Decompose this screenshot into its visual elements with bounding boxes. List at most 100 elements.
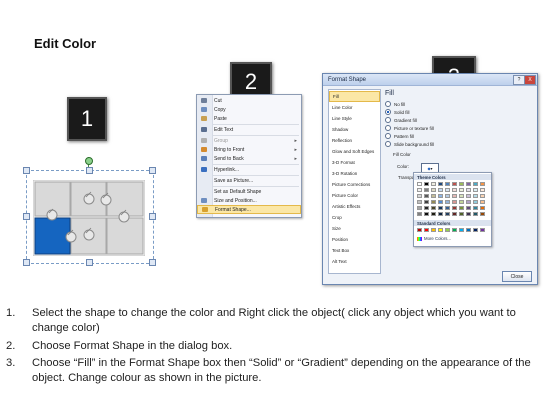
color-swatch[interactable] — [473, 194, 478, 198]
color-swatch[interactable] — [445, 200, 450, 204]
menu-item-paste[interactable]: Paste — [197, 114, 301, 123]
color-swatch[interactable] — [417, 200, 422, 204]
color-swatch[interactable] — [452, 200, 457, 204]
color-swatch[interactable] — [459, 188, 464, 192]
color-swatch[interactable] — [431, 188, 436, 192]
color-swatch[interactable] — [466, 200, 471, 204]
menu-item-group[interactable]: Group ▸ — [197, 136, 301, 145]
category-line-color[interactable]: Line Color — [329, 102, 380, 113]
color-swatch[interactable] — [452, 212, 457, 216]
color-swatch[interactable] — [431, 182, 436, 186]
color-swatch[interactable] — [459, 228, 464, 232]
category-picture-color[interactable]: Picture Color — [329, 190, 380, 201]
color-swatch[interactable] — [417, 206, 422, 210]
color-swatch[interactable] — [466, 188, 471, 192]
more-colors-link[interactable]: More Colors... — [417, 236, 451, 241]
menu-item-copy[interactable]: Copy — [197, 105, 301, 114]
category-artistic-effects[interactable]: Artistic Effects — [329, 201, 380, 212]
radio-no-fill[interactable]: No fill — [385, 101, 405, 107]
color-swatch[interactable] — [480, 200, 485, 204]
color-swatch[interactable] — [431, 194, 436, 198]
color-swatch[interactable] — [466, 206, 471, 210]
category-position[interactable]: Position — [329, 234, 380, 245]
menu-item-bring-to-front[interactable]: Bring to Front ▸ — [197, 145, 301, 154]
radio-button[interactable] — [385, 117, 391, 123]
radio-button[interactable] — [385, 133, 391, 139]
color-swatch[interactable] — [452, 228, 457, 232]
category-text-box[interactable]: Text Box — [329, 245, 380, 256]
menu-item-size-and-position[interactable]: Size and Position... — [197, 196, 301, 205]
color-swatch[interactable] — [424, 194, 429, 198]
color-swatch[interactable] — [417, 194, 422, 198]
color-swatch[interactable] — [466, 194, 471, 198]
category-fill[interactable]: Fill — [329, 91, 380, 102]
category-3d-rotation[interactable]: 3-D Rotation — [329, 168, 380, 179]
category-crop[interactable]: Crop — [329, 212, 380, 223]
close-icon[interactable]: X — [524, 75, 536, 85]
radio-gradient-fill[interactable]: Gradient fill — [385, 117, 417, 123]
category-glow[interactable]: Glow and Soft Edges — [329, 146, 380, 157]
color-swatch[interactable] — [438, 182, 443, 186]
color-swatch[interactable] — [438, 188, 443, 192]
resize-handle[interactable] — [149, 167, 156, 174]
menu-item-cut[interactable]: Cut — [197, 96, 301, 105]
color-swatch[interactable] — [452, 194, 457, 198]
color-swatch[interactable] — [424, 228, 429, 232]
category-line-style[interactable]: Line Style — [329, 113, 380, 124]
resize-handle[interactable] — [86, 167, 93, 174]
color-swatch[interactable] — [473, 228, 478, 232]
color-swatch[interactable] — [452, 188, 457, 192]
color-swatch[interactable] — [431, 200, 436, 204]
radio-solid-fill[interactable]: Solid fill — [385, 109, 410, 115]
category-alt-text[interactable]: Alt Text — [329, 256, 380, 267]
resize-handle[interactable] — [23, 259, 30, 266]
color-swatch[interactable] — [431, 212, 436, 216]
color-swatch[interactable] — [445, 212, 450, 216]
resize-handle[interactable] — [23, 167, 30, 174]
radio-button[interactable] — [385, 125, 391, 131]
color-swatch[interactable] — [438, 206, 443, 210]
resize-handle[interactable] — [149, 213, 156, 220]
color-swatch[interactable] — [480, 212, 485, 216]
color-swatch[interactable] — [466, 228, 471, 232]
color-swatch[interactable] — [473, 206, 478, 210]
color-swatch[interactable] — [417, 182, 422, 186]
color-swatch[interactable] — [424, 212, 429, 216]
color-swatch[interactable] — [480, 228, 485, 232]
color-swatch[interactable] — [459, 182, 464, 186]
color-swatch[interactable] — [445, 182, 450, 186]
color-swatch[interactable] — [473, 182, 478, 186]
resize-handle[interactable] — [23, 213, 30, 220]
radio-button[interactable] — [385, 101, 391, 107]
color-swatch[interactable] — [445, 206, 450, 210]
menu-item-send-to-back[interactable]: Send to Back ▸ — [197, 154, 301, 163]
resize-handle[interactable] — [149, 259, 156, 266]
color-swatch[interactable] — [459, 212, 464, 216]
color-swatch[interactable] — [424, 188, 429, 192]
color-swatch[interactable] — [445, 228, 450, 232]
close-button[interactable]: Close — [502, 271, 532, 282]
category-reflection[interactable]: Reflection — [329, 135, 380, 146]
menu-item-save-as-picture[interactable]: Save as Picture... — [197, 176, 301, 185]
color-swatch[interactable] — [466, 212, 471, 216]
color-swatch[interactable] — [431, 206, 436, 210]
color-swatch[interactable] — [480, 188, 485, 192]
color-swatch[interactable] — [445, 194, 450, 198]
color-swatch[interactable] — [452, 206, 457, 210]
color-swatch[interactable] — [459, 194, 464, 198]
radio-pattern-fill[interactable]: Pattern fill — [385, 133, 414, 139]
menu-item-format-shape[interactable]: Format Shape... — [197, 205, 301, 214]
color-swatch[interactable] — [445, 188, 450, 192]
color-swatch[interactable] — [438, 212, 443, 216]
color-swatch[interactable] — [417, 228, 422, 232]
color-swatch[interactable] — [473, 200, 478, 204]
color-swatch[interactable] — [438, 228, 443, 232]
color-swatch[interactable] — [424, 182, 429, 186]
category-3d-format[interactable]: 3-D Format — [329, 157, 380, 168]
color-swatch[interactable] — [417, 212, 422, 216]
resize-handle[interactable] — [86, 259, 93, 266]
color-swatch[interactable] — [473, 188, 478, 192]
menu-item-edit-text[interactable]: Edit Text — [197, 125, 301, 134]
color-swatch[interactable] — [452, 182, 457, 186]
color-swatch[interactable] — [480, 194, 485, 198]
